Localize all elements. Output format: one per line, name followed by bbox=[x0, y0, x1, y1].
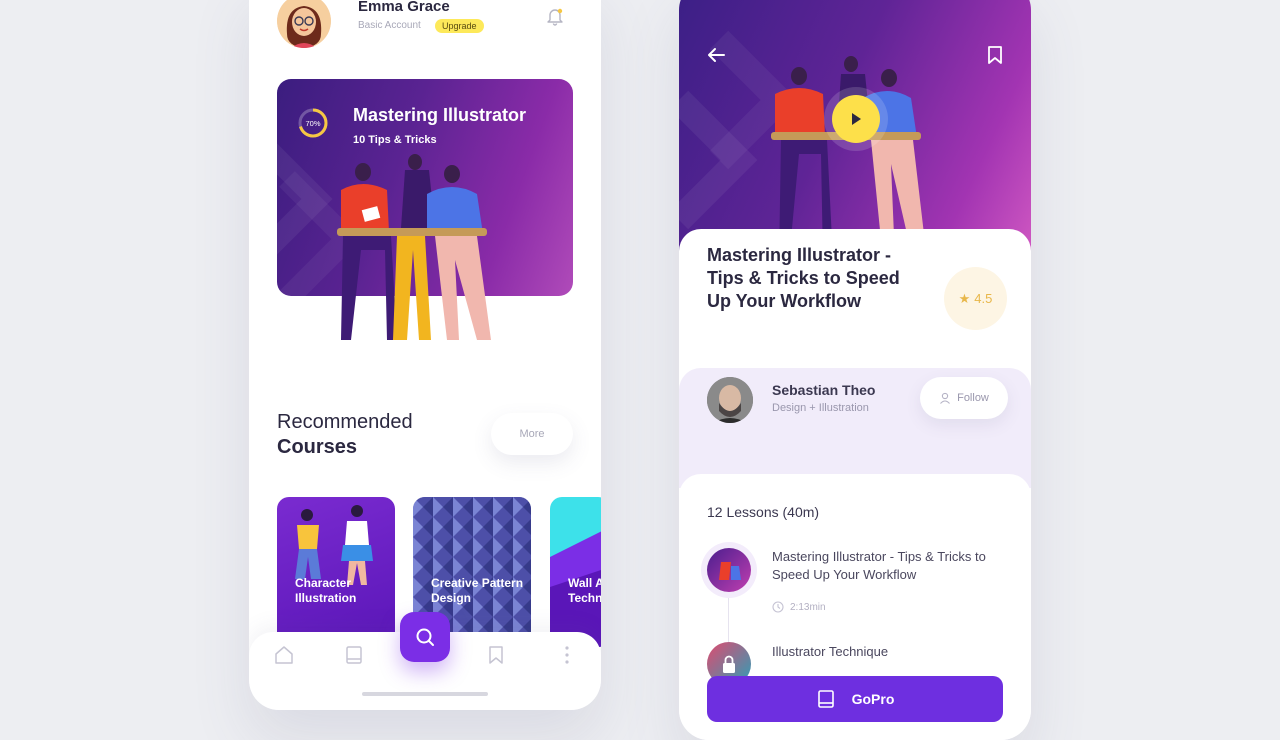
section-title-line1: Recommended bbox=[277, 411, 413, 433]
bookmark-icon[interactable] bbox=[485, 644, 507, 666]
lesson-title[interactable]: Illustrator Technique bbox=[772, 643, 1012, 661]
rating-badge: ★ 4.5 bbox=[944, 267, 1007, 330]
user-name: Emma Grace bbox=[358, 0, 450, 15]
course-label: Wall Art Technique bbox=[568, 576, 601, 605]
lesson-thumbnail[interactable] bbox=[707, 548, 751, 592]
book-icon[interactable] bbox=[343, 644, 365, 666]
author-name: Sebastian Theo bbox=[772, 382, 876, 398]
home-icon[interactable] bbox=[273, 644, 295, 666]
home-screen: Emma Grace Basic Account Upgrade 70% Mas… bbox=[249, 0, 601, 710]
people-illustration bbox=[771, 56, 927, 260]
people-illustration bbox=[337, 154, 491, 340]
follow-label: Follow bbox=[957, 392, 989, 404]
back-arrow-icon[interactable] bbox=[705, 44, 727, 66]
bottom-nav bbox=[249, 612, 601, 710]
bell-icon[interactable] bbox=[545, 6, 565, 26]
course-card[interactable]: Character Illustration bbox=[277, 497, 395, 647]
section-title: Recommended Courses bbox=[277, 410, 413, 460]
gopro-button[interactable]: GoPro bbox=[707, 676, 1003, 722]
home-indicator bbox=[362, 692, 488, 696]
play-button[interactable] bbox=[832, 95, 880, 143]
more-button[interactable]: More bbox=[491, 413, 573, 455]
follow-button[interactable]: Follow bbox=[920, 377, 1008, 419]
more-icon[interactable] bbox=[556, 644, 578, 666]
search-icon bbox=[416, 628, 434, 646]
featured-course-subtitle: 10 Tips & Tricks bbox=[353, 134, 437, 146]
lesson-duration-value: 2:13min bbox=[790, 601, 826, 613]
gopro-label: GoPro bbox=[851, 691, 895, 707]
bookmark-icon[interactable] bbox=[984, 44, 1006, 66]
clock-icon bbox=[772, 601, 784, 613]
section-title-line2: Courses bbox=[277, 436, 358, 458]
star-icon: ★ bbox=[958, 290, 971, 306]
video-header bbox=[679, 0, 1031, 260]
upgrade-badge[interactable]: Upgrade bbox=[435, 19, 484, 33]
search-button[interactable] bbox=[400, 612, 450, 662]
svg-text:70%: 70% bbox=[305, 119, 320, 128]
progress-ring: 70% bbox=[298, 108, 328, 138]
author-avatar[interactable] bbox=[707, 377, 753, 423]
user-icon bbox=[940, 392, 951, 404]
character-illustration bbox=[295, 505, 373, 585]
rating-value: 4.5 bbox=[974, 291, 993, 306]
course-label: Creative Pattern Design bbox=[431, 576, 524, 605]
course-detail-screen: Mastering Illustrator - Tips & Tricks to… bbox=[679, 0, 1031, 740]
course-card[interactable]: Wall Art Technique bbox=[550, 497, 601, 647]
course-title: Mastering Illustrator - Tips & Tricks to… bbox=[707, 245, 900, 311]
lessons-count: 12 Lessons (40m) bbox=[707, 504, 820, 520]
author-role: Design + Illustration bbox=[772, 402, 869, 414]
lesson-title[interactable]: Mastering Illustrator - Tips & Tricks to… bbox=[772, 548, 1012, 584]
avatar[interactable] bbox=[277, 0, 331, 48]
lesson-duration: 2:13min bbox=[772, 601, 826, 613]
lesson-connector bbox=[728, 598, 729, 642]
play-icon bbox=[852, 113, 861, 125]
featured-course-title: Mastering Illustrator bbox=[353, 105, 527, 125]
book-icon bbox=[817, 690, 834, 708]
wall-image bbox=[550, 531, 601, 647]
account-type: Basic Account bbox=[358, 20, 421, 31]
course-label: Character Illustration bbox=[295, 576, 357, 605]
